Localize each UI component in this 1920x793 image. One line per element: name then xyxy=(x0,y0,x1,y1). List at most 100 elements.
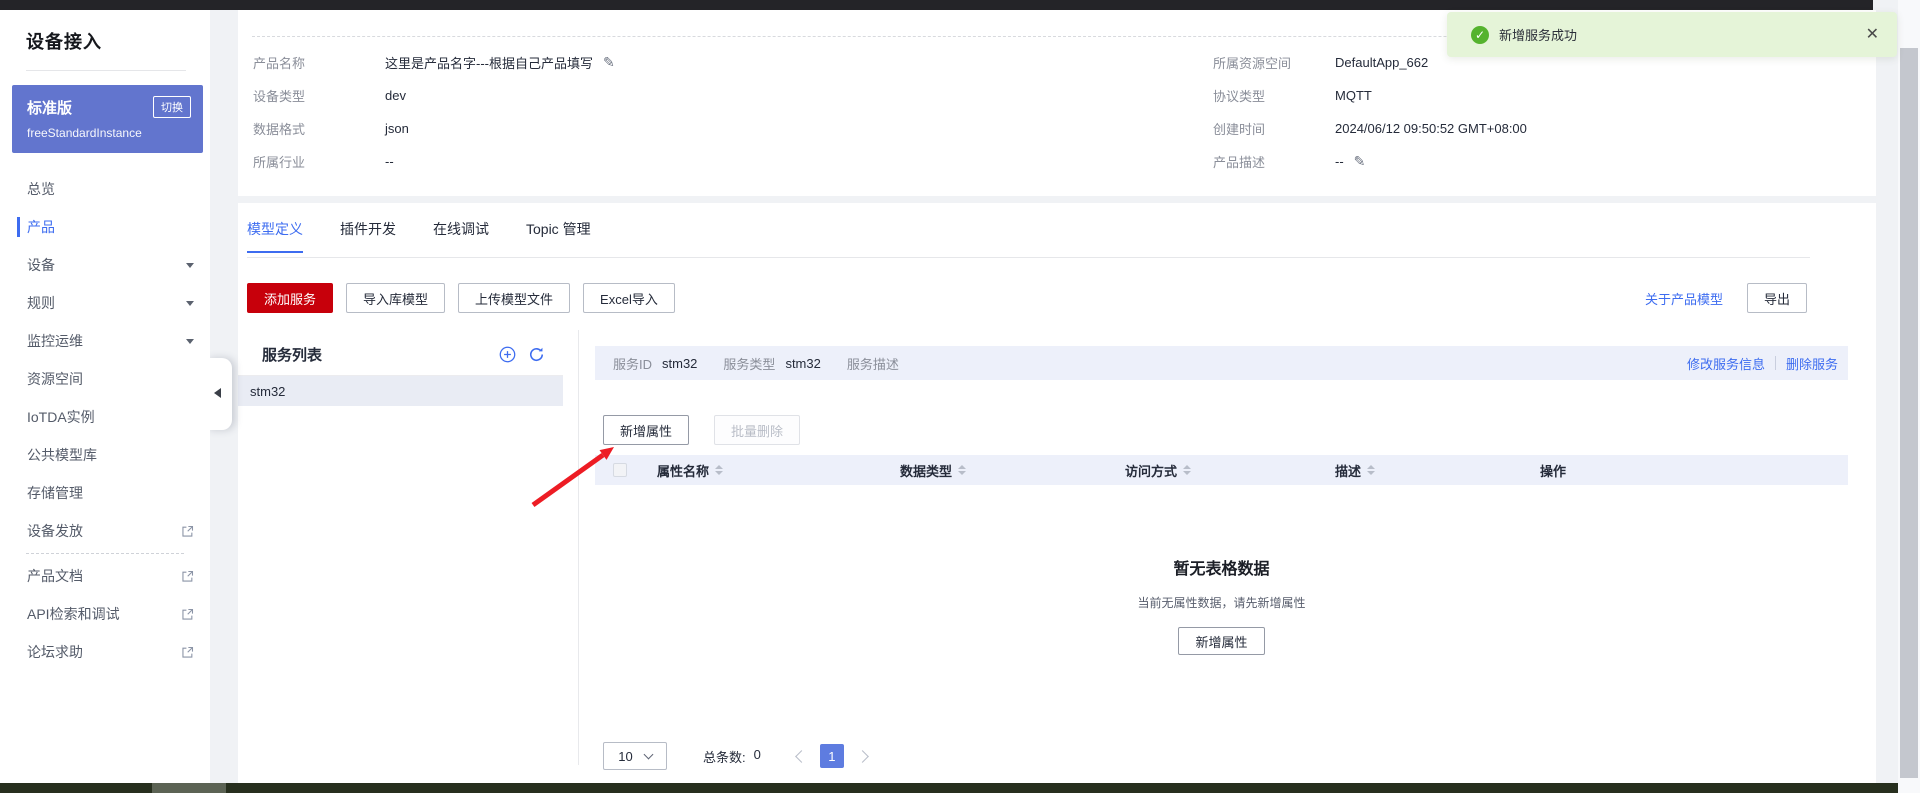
edition-label: 标准版 xyxy=(27,99,73,117)
product-info-left: 产品名称 这里是产品名字---根据自己产品填写 ✎ 设备类型 dev 数据格式 … xyxy=(253,46,615,178)
bottom-edge-strip xyxy=(0,783,1898,793)
sidebar-item-api-explorer[interactable]: API检索和调试 xyxy=(0,595,210,633)
sidebar-item-resource-space[interactable]: 资源空间 xyxy=(0,360,210,398)
empty-state: 暂无表格数据 当前无属性数据，请先新增属性 新增属性 xyxy=(595,555,1848,655)
property-table-header: 属性名称 数据类型 访问方式 描述 操作 xyxy=(595,455,1848,485)
page-size-select[interactable]: 10 xyxy=(603,742,667,770)
sidebar-item-device[interactable]: 设备 xyxy=(0,246,210,284)
tab-topic-management[interactable]: Topic 管理 xyxy=(526,219,591,253)
sidebar-item-forum-help[interactable]: 论坛求助 xyxy=(0,633,210,671)
scrollbar-thumb[interactable] xyxy=(1900,48,1918,778)
product-info-right: 所属资源空间 DefaultApp_662 协议类型 MQTT 创建时间 202… xyxy=(1213,46,1527,178)
sort-icon[interactable] xyxy=(958,465,967,475)
about-product-model-link[interactable]: 关于产品模型 xyxy=(1645,289,1723,308)
sidebar-nav: 总览 产品 设备 规则 监控运维 资源空间 IoTDA实例 公共模型库 存储管理… xyxy=(0,170,210,671)
empty-state-title: 暂无表格数据 xyxy=(1173,561,1270,578)
divider xyxy=(1774,356,1776,370)
taskbar-segment xyxy=(152,783,226,793)
empty-add-property-button[interactable]: 新增属性 xyxy=(1178,627,1265,655)
close-icon[interactable]: ✕ xyxy=(1866,26,1879,43)
sidebar-item-overview[interactable]: 总览 xyxy=(0,170,210,208)
sidebar-item-monitoring[interactable]: 监控运维 xyxy=(0,322,210,360)
toast-message: 新增服务成功 xyxy=(1499,28,1578,43)
chevron-down-icon xyxy=(186,262,194,268)
column-header-description[interactable]: 描述 xyxy=(1335,455,1376,485)
select-all-checkbox[interactable] xyxy=(613,463,627,477)
add-property-button[interactable]: 新增属性 xyxy=(603,415,690,445)
delete-service-link[interactable]: 删除服务 xyxy=(1786,354,1838,373)
prev-page-button[interactable] xyxy=(794,749,808,763)
external-link-icon xyxy=(181,570,194,583)
toolbar: 添加服务 导入库模型 上传模型文件 Excel导入 xyxy=(247,283,675,313)
add-service-icon[interactable] xyxy=(499,346,516,363)
column-header-property-name[interactable]: 属性名称 xyxy=(657,455,724,485)
sidebar-item-iotda-instance[interactable]: IoTDA实例 xyxy=(0,398,210,436)
batch-delete-button: 批量删除 xyxy=(714,415,801,445)
service-list-pane: 服务列表 stm32 xyxy=(238,330,563,775)
service-info-bar: 服务ID stm32 服务类型 stm32 服务描述 修改服务信息 删除服务 xyxy=(595,346,1848,380)
edit-service-link[interactable]: 修改服务信息 xyxy=(1687,354,1765,373)
field-industry: 所属行业 -- xyxy=(253,154,394,170)
external-link-icon xyxy=(181,525,194,538)
toast-success: ✓ 新增服务成功 ✕ xyxy=(1447,12,1897,57)
refresh-icon[interactable] xyxy=(528,346,545,363)
service-detail-pane: 服务ID stm32 服务类型 stm32 服务描述 修改服务信息 删除服务 新… xyxy=(595,330,1848,775)
excel-import-button[interactable]: Excel导入 xyxy=(583,283,675,313)
switch-instance-button[interactable]: 切换 xyxy=(153,96,191,118)
field-created-time: 创建时间 2024/06/12 09:50:52 GMT+08:00 xyxy=(1213,121,1527,137)
total-count: 总条数: 0 xyxy=(703,746,761,765)
divider xyxy=(578,330,579,765)
service-list-item[interactable]: stm32 xyxy=(238,376,563,406)
field-protocol-type: 协议类型 MQTT xyxy=(1213,88,1372,104)
sidebar: 设备接入 标准版 切换 freeStandardInstance 总览 产品 设… xyxy=(0,10,210,783)
sidebar-item-product-docs[interactable]: 产品文档 xyxy=(0,557,210,595)
model-card: 模型定义 插件开发 在线调试 Topic 管理 添加服务 导入库模型 上传模型文… xyxy=(238,203,1876,783)
sort-icon[interactable] xyxy=(1183,465,1192,475)
service-list-title: 服务列表 xyxy=(262,346,323,364)
sort-icon[interactable] xyxy=(1367,465,1376,475)
sidebar-item-public-model-library[interactable]: 公共模型库 xyxy=(0,436,210,474)
sidebar-item-device-provisioning[interactable]: 设备发放 xyxy=(0,512,210,550)
export-button[interactable]: 导出 xyxy=(1746,283,1807,313)
sidebar-item-rules[interactable]: 规则 xyxy=(0,284,210,322)
add-service-button[interactable]: 添加服务 xyxy=(247,283,334,313)
instance-name: freeStandardInstance xyxy=(27,126,142,140)
chevron-down-icon xyxy=(186,300,194,306)
tab-online-debugging[interactable]: 在线调试 xyxy=(433,219,489,253)
property-toolbar: 新增属性 批量删除 xyxy=(603,415,801,445)
divider xyxy=(247,257,1810,258)
edit-icon[interactable]: ✎ xyxy=(1354,153,1366,170)
current-page-button[interactable]: 1 xyxy=(819,744,844,768)
column-header-access-mode[interactable]: 访问方式 xyxy=(1125,455,1192,485)
divider xyxy=(26,70,186,71)
external-link-icon xyxy=(181,608,194,621)
field-product-description: 产品描述 -- ✎ xyxy=(1213,153,1366,170)
next-page-button[interactable] xyxy=(855,749,869,763)
page: 设备接入 标准版 切换 freeStandardInstance 总览 产品 设… xyxy=(0,0,1920,793)
scrollbar[interactable] xyxy=(1898,0,1920,793)
edit-icon[interactable]: ✎ xyxy=(603,54,615,71)
service-list: stm32 xyxy=(238,375,563,406)
page-title: 设备接入 xyxy=(26,32,102,52)
import-library-model-button[interactable]: 导入库模型 xyxy=(346,283,446,313)
sort-icon[interactable] xyxy=(715,465,724,475)
tab-model-definition[interactable]: 模型定义 xyxy=(247,219,303,253)
chevron-down-icon xyxy=(643,749,654,759)
field-data-format: 数据格式 json xyxy=(253,121,409,137)
sidebar-collapse-handle[interactable] xyxy=(207,358,232,430)
column-header-operation: 操作 xyxy=(1540,463,1567,479)
tab-plugin-development[interactable]: 插件开发 xyxy=(340,219,396,253)
upload-model-file-button[interactable]: 上传模型文件 xyxy=(458,283,571,313)
collapse-arrow-icon xyxy=(214,388,221,398)
top-edge-strip xyxy=(0,0,1873,10)
chevron-down-icon xyxy=(186,338,194,344)
divider xyxy=(26,553,184,554)
field-product-name: 产品名称 这里是产品名字---根据自己产品填写 ✎ xyxy=(253,54,615,71)
sidebar-item-storage-management[interactable]: 存储管理 xyxy=(0,474,210,512)
service-list-header: 服务列表 xyxy=(238,338,563,370)
sidebar-item-product[interactable]: 产品 xyxy=(0,208,210,246)
empty-state-hint: 当前无属性数据，请先新增属性 xyxy=(1137,596,1306,610)
external-link-icon xyxy=(181,646,194,659)
field-device-type: 设备类型 dev xyxy=(253,88,406,104)
column-header-data-type[interactable]: 数据类型 xyxy=(900,455,967,485)
